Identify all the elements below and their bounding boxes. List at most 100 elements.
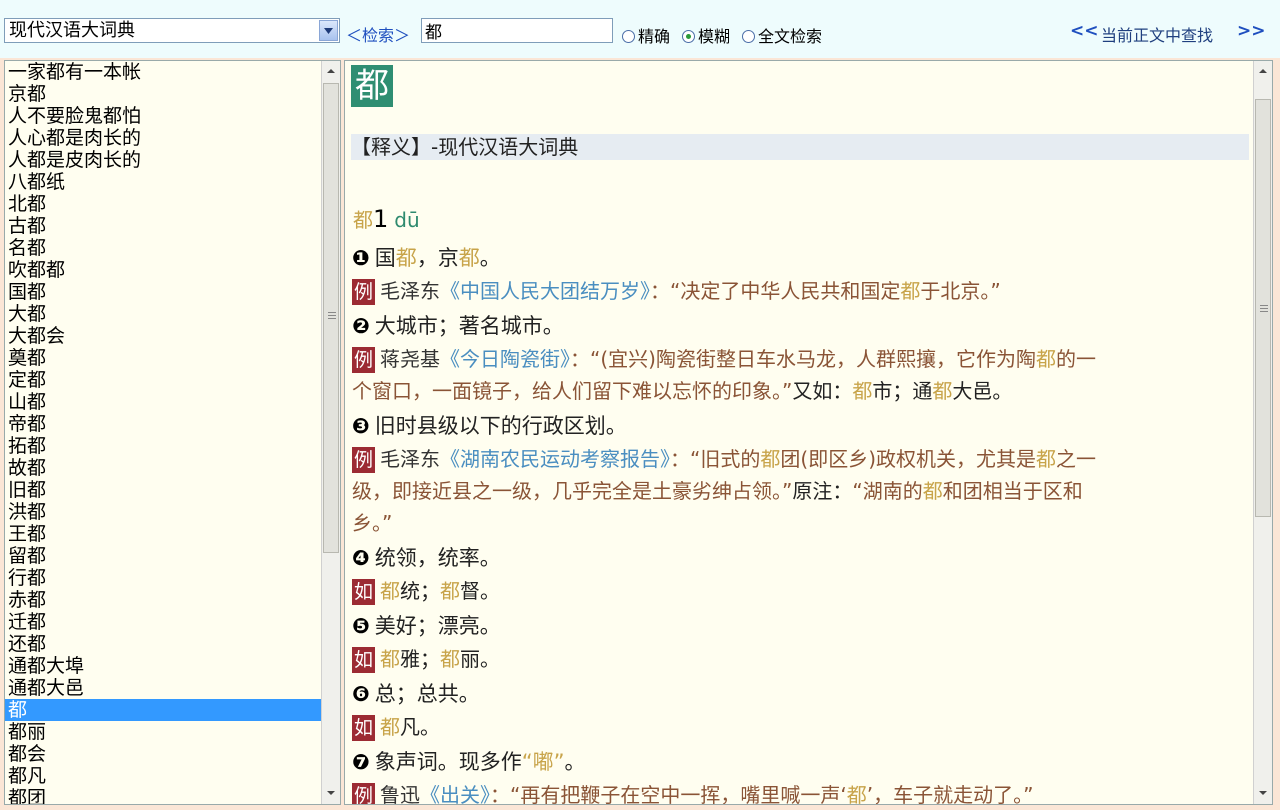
find-next-button[interactable]: >> — [1237, 21, 1266, 41]
sense: ❻ 总；总共。 — [352, 677, 1242, 711]
radio-fuzzy-indicator[interactable] — [682, 30, 695, 43]
list-item[interactable]: 名都 — [5, 237, 321, 259]
find-prev-button[interactable]: << — [1070, 21, 1099, 41]
list-item[interactable]: 大都 — [5, 303, 321, 325]
text-segment: 统； — [400, 579, 441, 603]
radio-exact[interactable]: 精确 — [622, 23, 670, 47]
radio-fulltext[interactable]: 全文检索 — [742, 23, 822, 47]
radio-fulltext-indicator[interactable] — [742, 30, 755, 43]
word-list: 一家都有一本帐 京都 人不要脸鬼都怕 人心都是肉长的 人都是皮肉长的 八都纸 北都 古都 名都吹… — [5, 61, 321, 804]
list-item[interactable]: 八都纸 — [5, 171, 321, 193]
list-item[interactable]: 大都会 — [5, 325, 321, 347]
list-item[interactable]: 王都 — [5, 523, 321, 545]
search-input[interactable] — [421, 18, 613, 43]
example-tag: 如 — [352, 579, 376, 605]
list-item[interactable]: 都会 — [5, 743, 321, 765]
highlight-text: 都 — [380, 579, 401, 603]
list-item[interactable]: 还都 — [5, 633, 321, 655]
text-segment: 蒋尧基 — [380, 347, 441, 371]
sense-number: ❷ — [352, 314, 370, 338]
scroll-down-icon[interactable] — [326, 788, 336, 798]
entry-pinyin: dū — [394, 208, 420, 232]
text-segment: 乡。” — [352, 511, 393, 535]
text-segment: ：“旧式的 — [670, 447, 761, 471]
highlight-text: “嘟” — [521, 750, 565, 774]
list-item[interactable]: 都团 — [5, 787, 321, 804]
text-segment: 和团相当于区和 — [942, 479, 1083, 503]
list-item[interactable]: 国都 — [5, 281, 321, 303]
text-segment: 美好；漂亮。 — [374, 614, 501, 638]
list-item[interactable]: 拓都 — [5, 435, 321, 457]
example-tag: 例 — [352, 447, 376, 473]
list-item[interactable]: 留都 — [5, 545, 321, 567]
text-segment: 鲁迅 — [380, 783, 421, 805]
scroll-up-icon[interactable] — [326, 66, 336, 76]
radio-exact-indicator[interactable] — [622, 30, 635, 43]
scroll-up-icon[interactable] — [1258, 66, 1268, 76]
list-item[interactable]: 古都 — [5, 215, 321, 237]
word-list-panel: 一家都有一本帐 京都 人不要脸鬼都怕 人心都是肉长的 人都是皮肉长的 八都纸 北都 古都 名都吹… — [4, 60, 341, 805]
list-item[interactable]: 人都是皮肉长的 — [5, 149, 321, 171]
entry-char: 都 — [353, 208, 373, 232]
list-item[interactable]: 行都 — [5, 567, 321, 589]
list-item[interactable]: 一家都有一本帐 — [5, 61, 321, 83]
list-item[interactable]: 吹都都 — [5, 259, 321, 281]
list-item[interactable]: 定都 — [5, 369, 321, 391]
highlight-text: 都 — [760, 447, 781, 471]
list-item[interactable]: 北都 — [5, 193, 321, 215]
highlight-text: 都 — [458, 246, 480, 270]
dictionary-select[interactable]: 现代汉语大词典 — [4, 18, 340, 43]
list-item[interactable]: 故都 — [5, 457, 321, 479]
example-line: 例蒋尧基《今日陶瓷街》：“(宜兴)陶瓷街整日车水马龙，人群熙攘，它作为陶都的一 — [352, 343, 1242, 375]
list-item[interactable]: 奠都 — [5, 347, 321, 369]
list-item[interactable]: 通都大埠 — [5, 655, 321, 677]
example-block: 例毛泽东《湖南农民运动考察报告》：“旧式的都团(即区乡)政权机关，尤其是都之一级… — [352, 443, 1242, 539]
text-segment: 于北京。” — [920, 279, 1001, 303]
highlight-text: 都 — [846, 783, 867, 805]
highlight-text: 都 — [900, 279, 921, 303]
example-tag: 如 — [352, 647, 376, 673]
highlight-text: 都 — [440, 647, 461, 671]
work-title: 《出关》 — [420, 783, 491, 805]
list-item[interactable]: 都 — [5, 699, 321, 721]
list-item[interactable]: 旧都 — [5, 479, 321, 501]
content-scrollbar[interactable] — [1253, 61, 1272, 804]
work-title: 《今日陶瓷街》 — [440, 347, 571, 371]
example-line: 如都统；都督。 — [352, 575, 1242, 607]
example-line: 例毛泽东《中国人民大团结万岁》：“决定了中华人民共和国定都于北京。” — [352, 275, 1242, 307]
highlight-text: 都 — [395, 246, 417, 270]
entry-number: 1 — [373, 205, 389, 233]
list-item[interactable]: 赤都 — [5, 589, 321, 611]
highlight-text: 都 — [852, 379, 873, 403]
text-segment: 毛泽东 — [380, 279, 441, 303]
definition-source-bar: 【释义】-现代汉语大词典 — [351, 134, 1249, 160]
dropdown-button[interactable] — [319, 20, 338, 41]
scroll-thumb[interactable] — [323, 83, 339, 553]
work-title: 《中国人民大团结万岁》 — [440, 279, 651, 303]
text-segment: ：“再有把鞭子在空中一挥，嘴里喊一声‘ — [490, 783, 847, 805]
text-segment: 雅； — [400, 647, 441, 671]
list-item[interactable]: 通都大邑 — [5, 677, 321, 699]
list-item[interactable]: 都丽 — [5, 721, 321, 743]
scroll-thumb[interactable] — [1255, 99, 1271, 517]
list-item[interactable]: 帝都 — [5, 413, 321, 435]
list-item[interactable]: 人心都是肉长的 — [5, 127, 321, 149]
text-segment: 的一 — [1055, 347, 1096, 371]
list-item[interactable]: 都凡 — [5, 765, 321, 787]
example-line: 级，即接近县之一级，几乎完全是土豪劣绅占领。”原注：“湖南的都和团相当于区和 — [352, 475, 1242, 507]
list-item[interactable]: 京都 — [5, 83, 321, 105]
radio-fulltext-label: 全文检索 — [758, 27, 823, 46]
list-item[interactable]: 人不要脸鬼都怕 — [5, 105, 321, 127]
list-item[interactable]: 迁都 — [5, 611, 321, 633]
example-tag: 如 — [352, 715, 376, 741]
example-block: 例蒋尧基《今日陶瓷街》：“(宜兴)陶瓷街整日车水马龙，人群熙攘，它作为陶都的一个… — [352, 343, 1242, 407]
list-item[interactable]: 山都 — [5, 391, 321, 413]
list-item[interactable]: 洪都 — [5, 501, 321, 523]
word-list-scrollbar[interactable] — [321, 61, 340, 804]
scroll-down-icon[interactable] — [1258, 788, 1268, 798]
toolbar: 现代汉语大词典 ＜检索＞ 精确 模糊 全文检索 << 当前正文中查找 >> — [0, 0, 1280, 58]
radio-fuzzy[interactable]: 模糊 — [682, 23, 730, 47]
text-segment: 大城市；著名城市。 — [374, 314, 564, 338]
highlight-text: 都 — [380, 647, 401, 671]
highlight-text: 都 — [1036, 447, 1056, 471]
